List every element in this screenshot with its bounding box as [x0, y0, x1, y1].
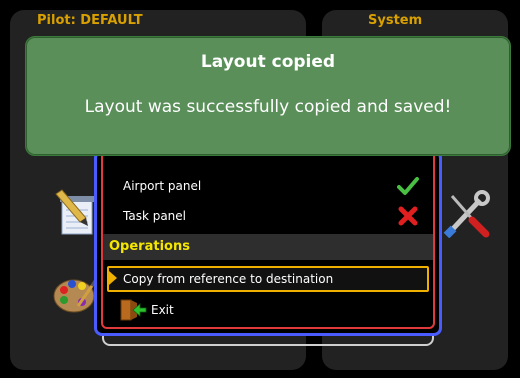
wrench-screwdriver-icon[interactable] [442, 188, 492, 239]
copy-reference-label: Copy from reference to destination [123, 272, 334, 286]
list-item-label: Airport panel [123, 179, 202, 193]
list-item-label: Task panel [123, 209, 187, 223]
toast-title: Layout copied [200, 52, 336, 72]
pilot-panel-title: Pilot: DEFAULT [37, 13, 143, 28]
system-panel-title: System [368, 13, 423, 28]
dialog-content: Airport panel Task panel Operations Copy… [101, 153, 435, 329]
toast-message: Layout was successfully copied and saved… [84, 97, 452, 117]
list-item-task-panel[interactable]: Task panel [103, 203, 433, 229]
notepad-pencil-icon[interactable] [52, 188, 100, 236]
palette-icon[interactable] [52, 272, 100, 316]
list-item-airport-panel[interactable]: Airport panel [103, 173, 433, 199]
exit-button[interactable]: Exit [103, 297, 433, 323]
check-icon [397, 176, 419, 205]
exit-door-icon [119, 299, 147, 330]
notification-toast: Layout copied Layout was successfully co… [25, 36, 511, 156]
copy-reference-button[interactable]: Copy from reference to destination [107, 266, 429, 292]
cross-icon [397, 206, 419, 235]
section-header-operations: Operations [103, 234, 433, 260]
layout-dialog: Airport panel Task panel Operations Copy… [94, 150, 442, 336]
selection-arrow-icon [109, 271, 117, 285]
exit-label: Exit [151, 303, 174, 317]
